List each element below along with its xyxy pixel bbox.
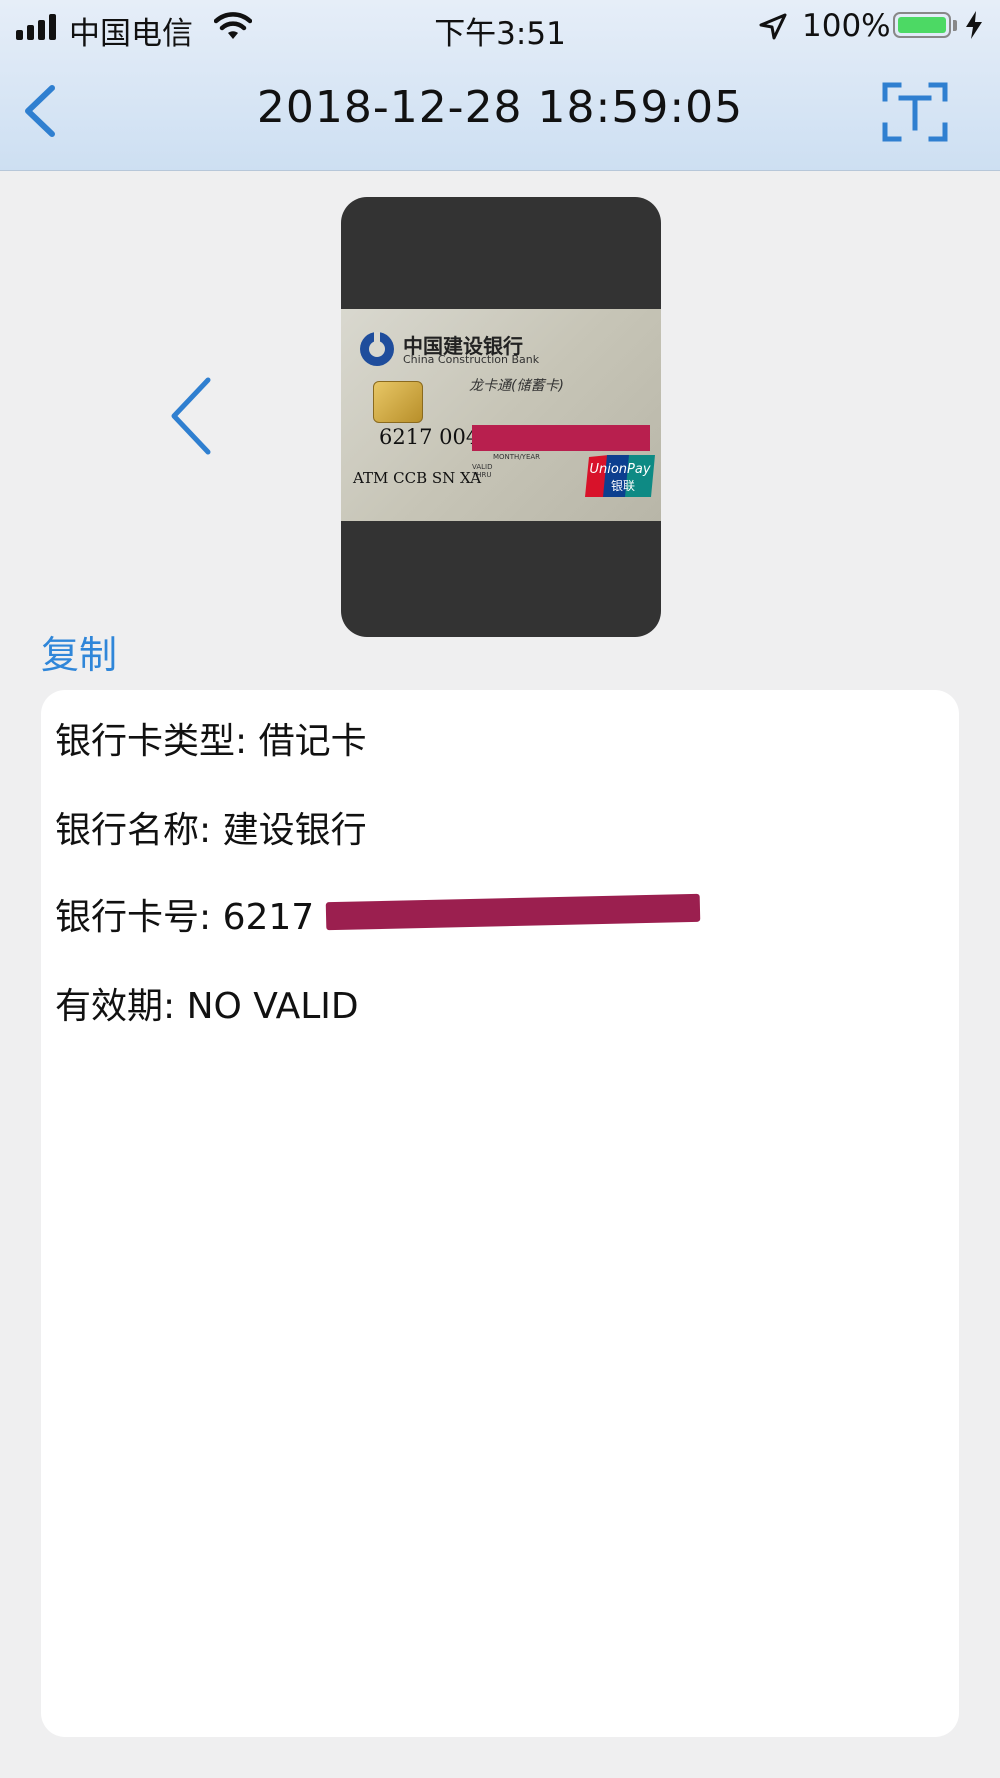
previous-image-button[interactable] <box>166 376 218 456</box>
unionpay-cn-text: 银联 <box>611 479 635 493</box>
card-image-preview[interactable]: 中国建设银行 China Construction Bank 龙卡通(储蓄卡) … <box>341 197 661 637</box>
battery-fill <box>898 17 946 33</box>
battery-icon <box>893 12 951 38</box>
card-number-redaction <box>472 425 650 451</box>
card-month-year-label: MONTH/YEAR <box>493 453 541 461</box>
back-button[interactable] <box>16 82 66 140</box>
result-validity: 有效期: NO VALID <box>55 986 359 1027</box>
unionpay-logo-icon: UnionPay 银联 <box>585 455 655 497</box>
card-number-visible: 6217 004 <box>379 425 480 449</box>
charging-bolt-icon <box>966 11 982 39</box>
bank-card-photo: 中国建设银行 China Construction Bank 龙卡通(储蓄卡) … <box>341 309 661 521</box>
result-card-type: 银行卡类型: 借记卡 <box>55 721 367 762</box>
ccb-logo-icon <box>360 332 394 366</box>
battery-cap <box>953 20 957 31</box>
card-number-redaction-mark <box>325 893 701 931</box>
copy-button[interactable]: 复制 <box>41 624 117 679</box>
page-title: 2018-12-28 18:59:05 <box>256 82 744 133</box>
recognition-result-panel[interactable]: 银行卡类型: 借记卡 银行名称: 建设银行 银行卡号: 6217 有效期: NO… <box>41 690 959 1737</box>
card-product-name: 龙卡通(储蓄卡) <box>469 378 564 394</box>
battery-percentage: 100% <box>802 8 891 44</box>
card-chip <box>373 381 423 423</box>
card-bank-name-en: China Construction Bank <box>403 353 540 366</box>
result-card-number: 银行卡号: 6217 <box>55 897 315 938</box>
result-bank-name: 银行名称: 建设银行 <box>55 810 367 851</box>
unionpay-en-text: UnionPay <box>589 462 650 477</box>
location-arrow-icon <box>759 13 787 40</box>
status-bar: 中国电信 下午3:51 100% <box>0 0 1000 56</box>
text-scan-button[interactable] <box>882 82 948 142</box>
top-bar: 中国电信 下午3:51 100% 2018-12-28 18:59:05 <box>0 0 1000 171</box>
card-branch-text: ATM CCB SN XA <box>353 469 482 487</box>
